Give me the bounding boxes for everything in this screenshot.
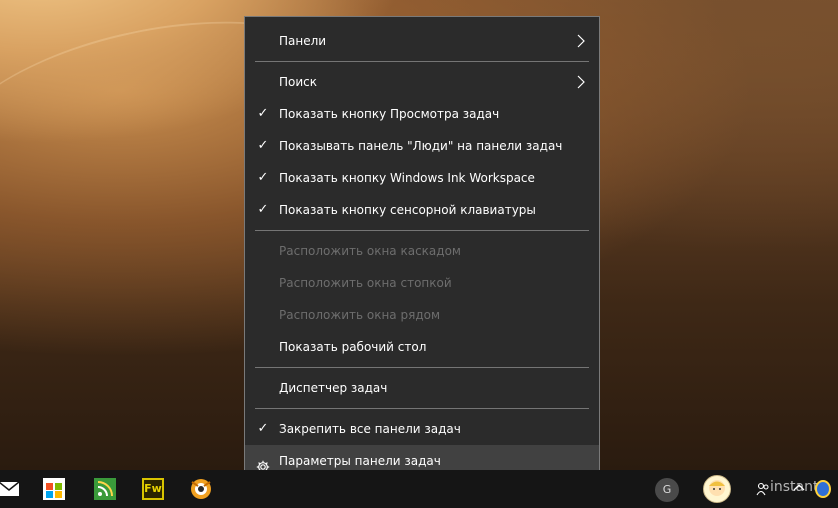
menu-item-label: Показывать панель "Люди" на панели задач	[279, 139, 563, 153]
menu-item-task-manager[interactable]: Диспетчер задач	[245, 372, 599, 404]
menu-separator	[255, 367, 589, 368]
menu-item-label: Закрепить все панели задач	[279, 422, 461, 436]
menu-separator	[255, 408, 589, 409]
menu-item-show-touch-keyboard[interactable]: ✓ Показать кнопку сенсорной клавиатуры	[245, 194, 599, 226]
menu-separator	[255, 61, 589, 62]
menu-item-show-ink-workspace[interactable]: ✓ Показать кнопку Windows Ink Workspace	[245, 162, 599, 194]
fireworks-label: Fw	[144, 482, 162, 495]
checkmark-icon: ✓	[257, 202, 269, 217]
menu-item-show-desktop[interactable]: Показать рабочий стол	[245, 331, 599, 363]
menu-item-label: Показать рабочий стол	[279, 340, 427, 354]
menu-item-show-people[interactable]: ✓ Показывать панель "Люди" на панели зад…	[245, 130, 599, 162]
chevron-right-icon	[577, 25, 589, 57]
menu-item-lock-taskbars[interactable]: ✓ Закрепить все панели задач	[245, 413, 599, 445]
account-letter: G	[662, 483, 672, 496]
people-icon[interactable]	[756, 481, 770, 496]
checkmark-icon: ✓	[257, 421, 269, 436]
avatar-icon[interactable]	[703, 475, 731, 503]
account-icon[interactable]: G	[655, 478, 679, 502]
menu-item-label: Расположить окна стопкой	[279, 276, 452, 290]
feed-reader-icon[interactable]	[94, 478, 116, 500]
taskbar[interactable]: Fw G instant	[0, 470, 838, 508]
menu-item-label: Диспетчер задач	[279, 381, 388, 395]
menu-item-label: Параметры панели задач	[279, 454, 441, 468]
menu-item-label: Поиск	[279, 75, 318, 89]
menu-item-label: Расположить окна рядом	[279, 308, 441, 322]
checkmark-icon: ✓	[257, 106, 269, 121]
menu-item-show-task-view[interactable]: ✓ Показать кнопку Просмотра задач	[245, 98, 599, 130]
xnview-icon[interactable]	[190, 478, 212, 500]
menu-item-label: Расположить окна каскадом	[279, 244, 461, 258]
store-icon[interactable]	[43, 478, 65, 500]
mail-icon[interactable]	[0, 481, 20, 497]
menu-item-label: Панели	[279, 34, 327, 48]
bulb-icon[interactable]	[815, 480, 831, 498]
menu-item-cascade-windows: Расположить окна каскадом	[245, 235, 599, 267]
chevron-up-icon[interactable]	[792, 479, 806, 493]
menu-item-label: Показать кнопку Просмотра задач	[279, 107, 500, 121]
checkmark-icon: ✓	[257, 138, 269, 153]
taskbar-context-menu: Панели Поиск ✓ Показать кнопку Просмотра…	[244, 16, 600, 486]
menu-item-search[interactable]: Поиск	[245, 66, 599, 98]
menu-item-panels[interactable]: Панели	[245, 25, 599, 57]
menu-item-side-by-side: Расположить окна рядом	[245, 299, 599, 331]
menu-item-label: Показать кнопку сенсорной клавиатуры	[279, 203, 536, 217]
menu-item-stack-windows: Расположить окна стопкой	[245, 267, 599, 299]
fireworks-icon[interactable]: Fw	[142, 478, 164, 500]
menu-separator	[255, 230, 589, 231]
checkmark-icon: ✓	[257, 170, 269, 185]
chevron-right-icon	[577, 66, 589, 98]
gear-icon	[256, 454, 270, 474]
menu-item-label: Показать кнопку Windows Ink Workspace	[279, 171, 535, 185]
